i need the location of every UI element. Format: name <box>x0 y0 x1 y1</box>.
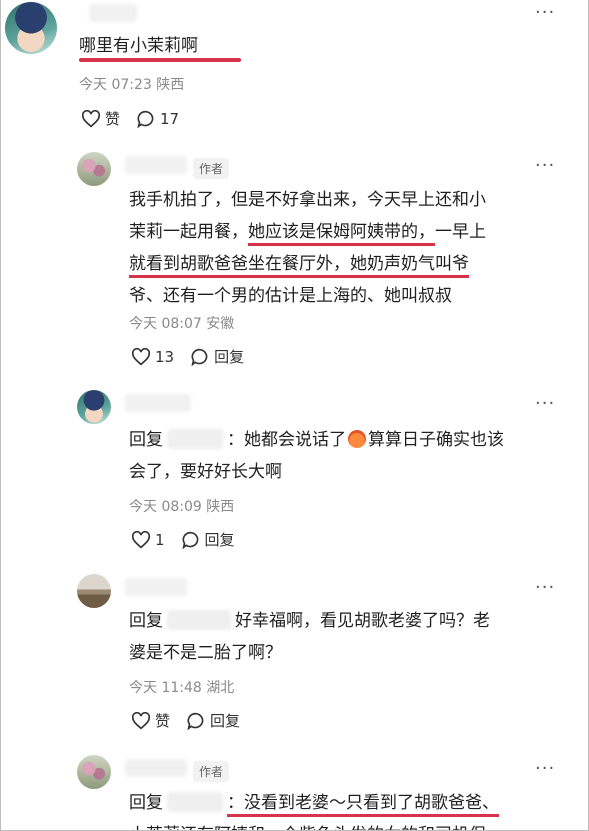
comment-bubble-icon <box>191 348 208 366</box>
author-badge: 作者 <box>193 761 230 782</box>
comment-line: 爷、还有一个男的估计是上海的、她叫叔叔 <box>129 286 452 306</box>
more-horizontal-icon[interactable]: ··· <box>535 577 555 598</box>
comment-meta: 今天 07:23 陕西 <box>79 77 185 93</box>
comment-bubble-icon <box>137 110 154 128</box>
avatar[interactable] <box>77 390 111 424</box>
comment-line: 就看到胡歌爸爸坐在餐厅外，她奶声奶气叫爷 <box>129 251 569 278</box>
comment-text: 回复 ：她都会说话了 算算日子确实也该 会了，要好好长大啊 <box>129 427 569 486</box>
author-badge: 作者 <box>193 158 230 179</box>
comment-actions: 1 回复 <box>131 529 251 550</box>
comment-meta: 今天 08:07 安徽 <box>129 316 235 332</box>
heart-icon <box>131 347 151 365</box>
like-button[interactable]: 赞 <box>131 710 170 731</box>
comment-button[interactable]: 17 <box>136 110 179 128</box>
comment-meta: 今天 11:48 湖北 <box>129 680 235 696</box>
like-count: 1 <box>155 530 165 549</box>
comment-bubble-icon <box>182 531 198 549</box>
heart-icon <box>131 530 151 548</box>
reply-button[interactable]: 回复 <box>186 710 240 731</box>
highlighted-text: 她应该是保姆阿姨带的， <box>248 222 435 246</box>
more-horizontal-icon[interactable]: ··· <box>535 393 555 414</box>
blurred-username[interactable] <box>125 578 187 596</box>
like-button[interactable]: 赞 <box>81 108 120 129</box>
more-horizontal-icon[interactable]: ··· <box>535 155 555 176</box>
comment-actions: 赞 回复 <box>131 710 256 731</box>
comment-meta: 今天 08:09 陕西 <box>129 499 235 515</box>
reply-label: 回复 <box>214 348 245 366</box>
reply-prefix: 回复 <box>129 430 163 450</box>
comment-text: 回复 ：没看到老婆～只看到了胡歌爸爸、 小茉莉还有阿姨和一个紫色头发的女的和司机保 <box>129 790 579 830</box>
like-count: 13 <box>155 347 175 366</box>
highlight-underline <box>79 58 241 62</box>
blurred-reply-username[interactable] <box>167 792 223 812</box>
comment-line: 茉莉一起用餐，她应该是保姆阿姨带的，一早上 <box>129 219 569 246</box>
reply-button[interactable]: 回复 <box>181 529 235 550</box>
blurred-username[interactable] <box>125 394 191 412</box>
more-horizontal-icon[interactable]: ··· <box>535 758 555 779</box>
blurred-reply-username[interactable] <box>167 429 223 449</box>
more-horizontal-icon[interactable]: ··· <box>535 2 555 23</box>
text-segment: 好幸福啊，看见胡歌老婆了吗？老 <box>235 611 490 631</box>
blurred-username[interactable] <box>125 156 187 174</box>
text-segment: 一早上 <box>435 222 486 242</box>
comment-line: 我手机拍了，但是不好拿出来，今天早上还和小 <box>129 190 486 210</box>
avatar[interactable] <box>77 152 111 186</box>
comment-line: 回复 ：没看到老婆～只看到了胡歌爸爸、 <box>129 790 579 817</box>
heart-icon <box>131 711 151 729</box>
blurred-username[interactable] <box>89 4 137 22</box>
text-segment: 算算日子确实也该 <box>368 430 504 450</box>
like-button[interactable]: 13 <box>131 347 175 366</box>
reply-label: 回复 <box>204 531 235 549</box>
reply-prefix: 回复 <box>129 793 163 813</box>
comment-bubble-icon <box>187 712 204 730</box>
comment-text: 我手机拍了，但是不好拿出来，今天早上还和小 茉莉一起用餐，她应该是保姆阿姨带的，… <box>129 187 569 310</box>
comment-text: 哪里有小茉莉啊 <box>79 36 198 56</box>
reply-label: 回复 <box>210 712 241 730</box>
blurred-reply-username[interactable] <box>167 610 231 630</box>
like-label: 赞 <box>105 110 121 128</box>
text-segment: 茉莉一起用餐， <box>129 222 248 242</box>
reply-count: 17 <box>160 109 180 128</box>
avatar[interactable] <box>77 755 111 789</box>
avatar[interactable] <box>5 2 57 54</box>
comment-thread: ··· 哪里有小茉莉啊 今天 07:23 陕西 赞 17 作者 ··· 我手机拍… <box>0 0 589 831</box>
heart-icon <box>81 109 101 127</box>
highlighted-text: ：没看到老婆～只看到了胡歌爸爸、 <box>227 793 499 817</box>
comment-line: 回复 好幸福啊，看见胡歌老婆了吗？老 <box>129 608 569 635</box>
comment-line: 回复 ：她都会说话了 算算日子确实也该 <box>129 427 569 454</box>
comment-text: 回复 好幸福啊，看见胡歌老婆了吗？老 婆是不是二胎了啊？ <box>129 608 569 667</box>
like-button[interactable]: 1 <box>131 530 165 549</box>
blurred-username[interactable] <box>125 759 187 777</box>
red-face-emoji-icon <box>348 430 366 448</box>
comment-line: 会了，要好好长大啊 <box>129 462 282 482</box>
highlighted-text: 就看到胡歌爸爸坐在餐厅外，她奶声奶气叫爷 <box>129 254 469 278</box>
like-label: 赞 <box>155 712 171 730</box>
text-segment: ：她都会说话了 <box>227 430 346 450</box>
reply-prefix: 回复 <box>129 611 163 631</box>
comment-actions: 13 回复 <box>131 346 260 367</box>
comment-actions: 赞 17 <box>81 108 195 129</box>
avatar[interactable] <box>77 574 111 608</box>
comment-line: 小茉莉还有阿姨和一个紫色头发的女的和司机保 <box>129 822 579 830</box>
comment-line: 婆是不是二胎了啊？ <box>129 643 282 663</box>
reply-button[interactable]: 回复 <box>190 346 244 367</box>
